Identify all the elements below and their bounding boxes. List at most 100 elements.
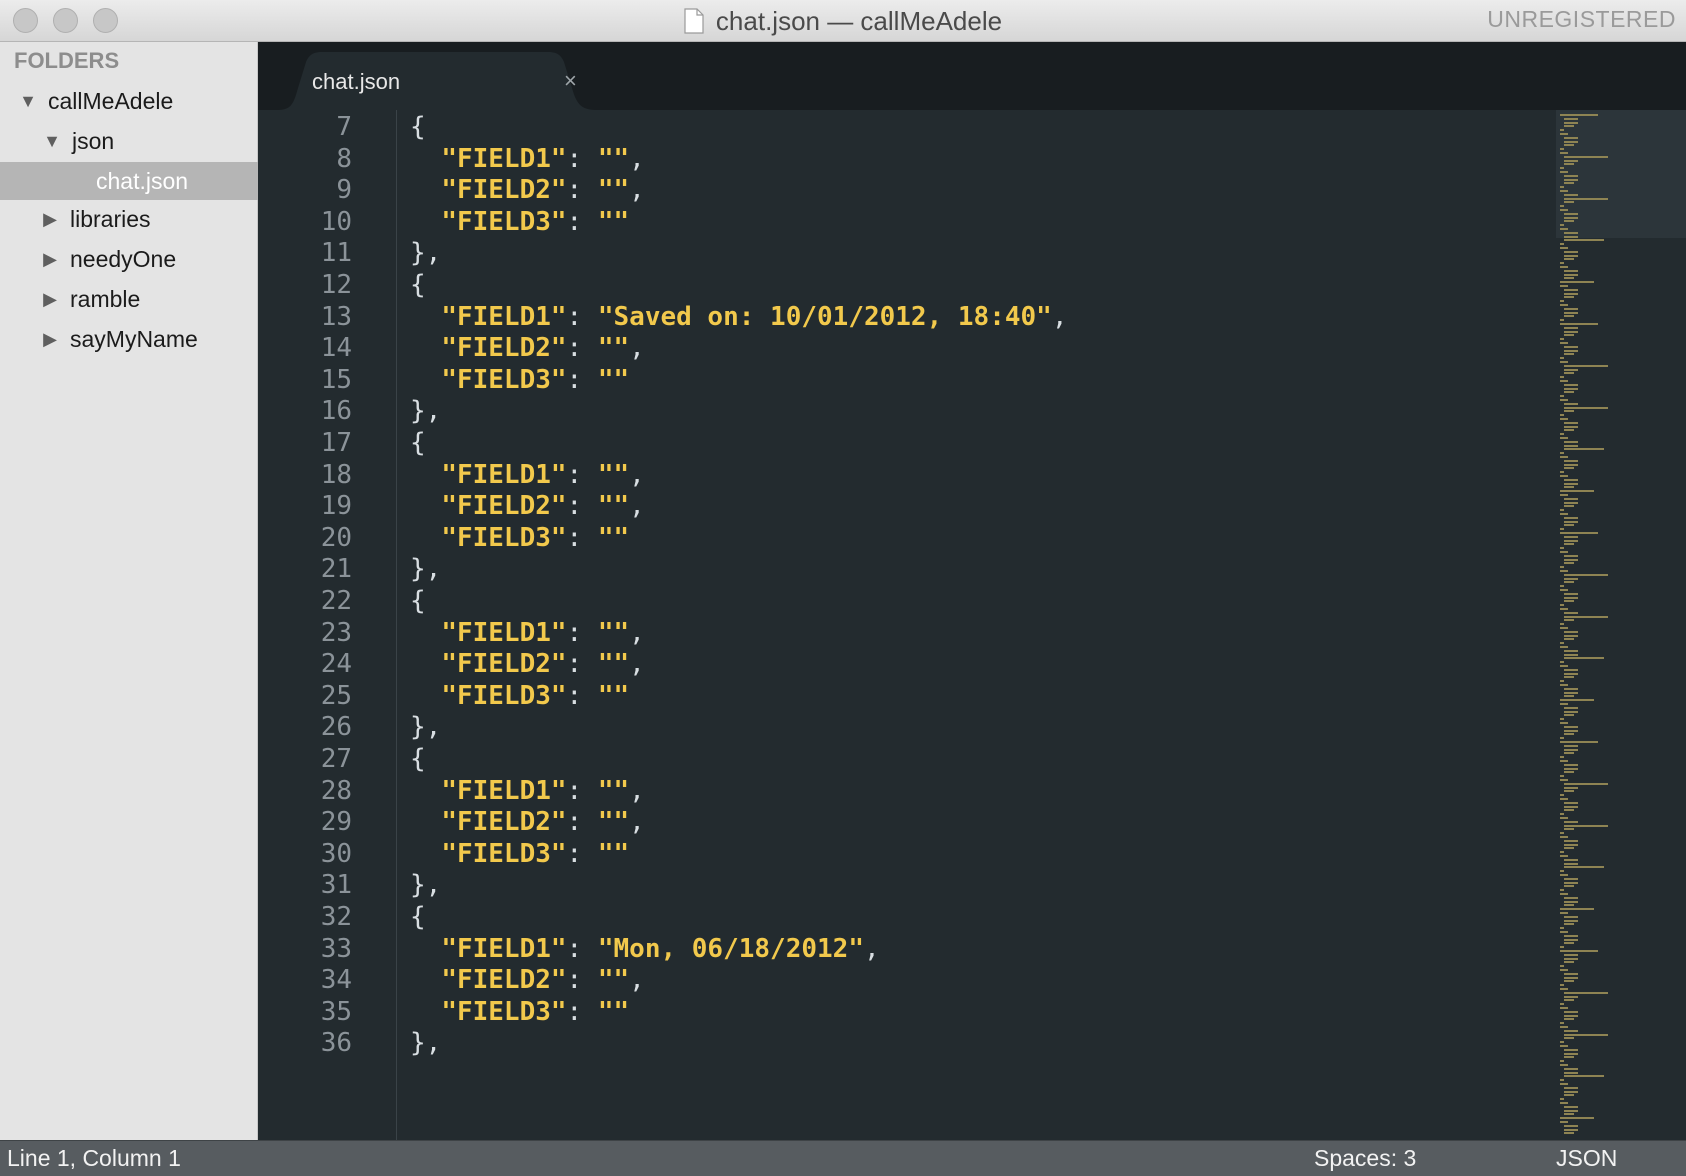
tree-folder-json[interactable]: ▼ json [0, 122, 300, 160]
disclosure-expanded-icon[interactable]: ▼ [18, 91, 38, 112]
code-line[interactable]: "FIELD1": "", [410, 774, 645, 808]
code-editor[interactable]: 7 8 9 10 11 12 13 14 15 16 17 18 19 20 21 22 23 24 25 26 27 2… [258, 110, 1556, 1140]
minimap-line [1564, 938, 1578, 941]
code-line[interactable]: { [410, 268, 426, 302]
code-line[interactable]: }, [410, 552, 441, 586]
status-bar: Line 1, Column 1 Spaces: 3 JSON [0, 1140, 1686, 1176]
tree-folder-ramble[interactable]: ▶ ramble [0, 280, 298, 318]
line-number: 29 [320, 807, 352, 838]
minimap-line [1564, 733, 1574, 736]
code-line[interactable]: "FIELD1": "Mon, 06/18/2012", [410, 932, 879, 966]
code-line[interactable]: "FIELD3": "" [410, 521, 629, 555]
minimap-line [1564, 1033, 1608, 1036]
tree-folder-needyone[interactable]: ▶ needyOne [0, 240, 298, 278]
code-line[interactable]: "FIELD3": "" [410, 205, 629, 239]
minimap-line [1564, 1056, 1574, 1059]
minimap-line [1560, 114, 1598, 116]
minimap-line [1564, 843, 1578, 846]
minimap-line [1560, 665, 1568, 667]
code-line[interactable]: "FIELD3": "" [410, 837, 629, 871]
minimap-line [1564, 216, 1578, 219]
code-line[interactable]: { [410, 900, 426, 934]
minimap-line [1564, 277, 1574, 280]
code-line[interactable]: }, [410, 710, 441, 744]
minimap-line [1564, 1071, 1578, 1074]
code-line[interactable]: "FIELD2": "", [410, 805, 645, 839]
minimap-line [1564, 117, 1578, 120]
minimap-line [1564, 1132, 1574, 1135]
minimap-line [1564, 235, 1578, 238]
code-line[interactable]: { [410, 426, 426, 460]
minimap-line [1564, 809, 1574, 812]
minimap-line [1564, 478, 1578, 481]
minimap-line [1564, 1105, 1578, 1108]
minimap-line [1560, 741, 1598, 743]
disclosure-collapsed-icon[interactable]: ▶ [40, 249, 60, 270]
code-line[interactable]: "FIELD1": "", [410, 616, 645, 650]
close-tab-icon[interactable]: × [564, 68, 577, 94]
tree-folder-callmeadele[interactable]: ▼ callMeAdele [0, 82, 276, 120]
disclosure-expanded-icon[interactable]: ▼ [42, 131, 62, 152]
code-line[interactable]: }, [410, 236, 441, 270]
tree-folder-saymyname[interactable]: ▶ sayMyName [0, 320, 298, 358]
disclosure-collapsed-icon[interactable]: ▶ [40, 209, 60, 230]
minimap-line [1564, 828, 1574, 831]
minimap-line [1564, 524, 1574, 527]
code-line[interactable]: { [410, 110, 426, 144]
code-line[interactable]: }, [410, 394, 441, 428]
minimap-line [1564, 125, 1574, 128]
minimap-line [1560, 357, 1564, 360]
minimap-line [1564, 1018, 1574, 1021]
minimap-line [1560, 509, 1564, 512]
minimap-line [1564, 752, 1574, 755]
indentation-setting[interactable]: Spaces: 3 [1314, 1145, 1416, 1172]
minimap-line [1560, 889, 1564, 892]
minimap-line [1564, 311, 1578, 314]
minimap-line [1564, 178, 1578, 181]
minimap-line [1560, 471, 1564, 474]
code-line[interactable]: "FIELD2": "", [410, 647, 645, 681]
code-line[interactable]: "FIELD3": "" [410, 995, 629, 1029]
code-line[interactable]: "FIELD2": "", [410, 331, 645, 365]
code-line[interactable]: "FIELD2": "", [410, 963, 645, 997]
license-status: UNREGISTERED [1487, 6, 1676, 32]
tree-item-label: libraries [70, 205, 151, 232]
code-line[interactable]: "FIELD1": "", [410, 142, 645, 176]
line-number: 30 [320, 838, 352, 869]
code-line[interactable]: "FIELD2": "", [410, 489, 645, 523]
tree-folder-libraries[interactable]: ▶ libraries [0, 200, 298, 238]
minimap-line [1564, 212, 1578, 215]
minimap-line [1560, 817, 1568, 819]
minimap-line [1560, 893, 1568, 895]
minimap-line [1564, 1128, 1578, 1131]
minimap-line [1560, 851, 1564, 854]
code-line[interactable]: "FIELD3": "" [410, 679, 629, 713]
code-line[interactable]: { [410, 742, 426, 776]
disclosure-collapsed-icon[interactable]: ▶ [40, 329, 60, 350]
minimap-line [1564, 725, 1578, 728]
minimap-line [1564, 676, 1574, 679]
minimap-line [1560, 813, 1564, 816]
minimap[interactable] [1556, 110, 1686, 1140]
code-line[interactable]: "FIELD1": "", [410, 458, 645, 492]
code-line[interactable]: }, [410, 868, 441, 902]
syntax-selector[interactable]: JSON [1556, 1145, 1617, 1172]
code-line[interactable]: }, [410, 1026, 441, 1060]
minimap-line [1560, 969, 1568, 971]
minimap-line [1560, 376, 1564, 379]
document-icon [684, 8, 704, 34]
minimap-line [1560, 171, 1568, 173]
line-number: 19 [320, 491, 352, 522]
minimap-line [1564, 140, 1578, 143]
code-line[interactable]: "FIELD3": "" [410, 363, 629, 397]
minimap-line [1560, 1045, 1568, 1047]
tab-chat-json[interactable]: chat.json × [278, 52, 596, 110]
minimap-line [1560, 1022, 1564, 1025]
minimap-line [1564, 429, 1574, 432]
code-line[interactable]: { [410, 584, 426, 618]
code-line[interactable]: "FIELD1": "Saved on: 10/01/2012, 18:40", [410, 300, 1067, 334]
disclosure-collapsed-icon[interactable]: ▶ [40, 289, 60, 310]
code-line[interactable]: "FIELD2": "", [410, 173, 645, 207]
minimap-line [1560, 547, 1564, 550]
minimap-line [1564, 581, 1574, 584]
